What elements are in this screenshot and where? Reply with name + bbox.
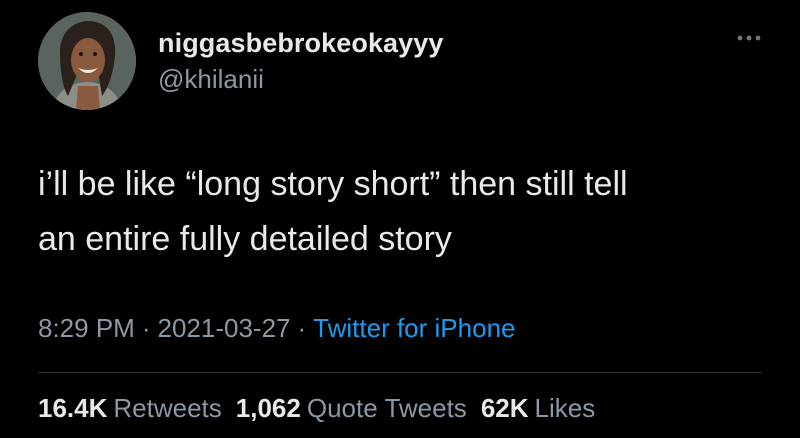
tweet-card: niggasbebrokeokayyy @khilanii i’ll be li…	[0, 0, 800, 438]
display-name[interactable]: niggasbebrokeokayyy	[158, 28, 444, 59]
retweets-stat[interactable]: 16.4K Retweets	[38, 393, 222, 424]
tweet-text-line: i’ll be like “long story short” then sti…	[38, 165, 628, 203]
avatar[interactable]	[38, 12, 136, 110]
engagement-stats: 16.4K Retweets 1,062 Quote Tweets 62K Likes	[38, 393, 609, 424]
more-horizontal-icon[interactable]	[736, 30, 762, 46]
quote-tweets-stat[interactable]: 1,062 Quote Tweets	[236, 393, 467, 424]
tweet-text-line: an entire fully detailed story	[38, 220, 452, 258]
retweets-label: Retweets	[113, 393, 222, 423]
divider	[38, 372, 762, 373]
separator-dot: ·	[141, 313, 151, 343]
tweet-source-link[interactable]: Twitter for iPhone	[313, 313, 515, 343]
retweets-count: 16.4K	[38, 393, 108, 423]
user-handle[interactable]: @khilanii	[158, 64, 264, 95]
tweet-date[interactable]: 2021-03-27	[158, 313, 291, 343]
separator-dot: ·	[297, 313, 307, 343]
likes-label: Likes	[534, 393, 596, 423]
tweet-text: i’ll be like “long story short” then sti…	[38, 157, 778, 267]
quote-tweets-count: 1,062	[235, 393, 301, 423]
likes-stat[interactable]: 62K Likes	[481, 393, 595, 424]
likes-count: 62K	[480, 393, 529, 423]
tweet-time[interactable]: 8:29 PM	[38, 313, 135, 343]
quote-tweets-label: Quote Tweets	[306, 393, 467, 423]
tweet-metadata: 8:29 PM · 2021-03-27 · Twitter for iPhone	[38, 313, 515, 344]
